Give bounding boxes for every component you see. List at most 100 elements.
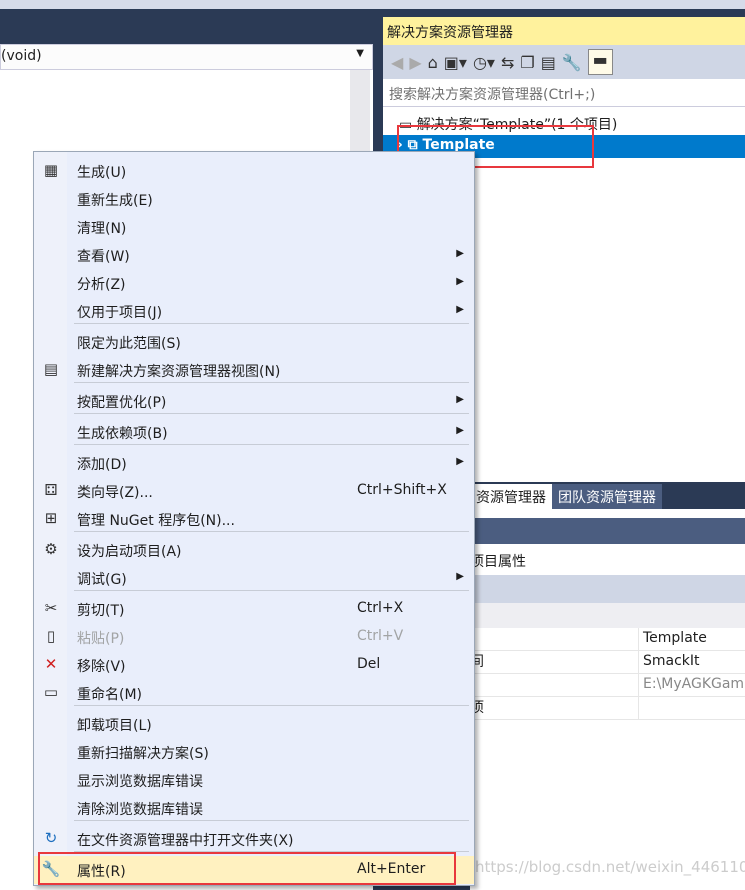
menu-item-label: 类向导(Z)... bbox=[77, 485, 153, 501]
submenu-arrow-icon: ▶ bbox=[456, 571, 464, 582]
solution-search-input[interactable]: 搜索解决方案资源管理器(Ctrl+;) bbox=[383, 80, 745, 107]
menu-item[interactable]: ↻ 在文件资源管理器中打开文件夹(X) bbox=[34, 825, 474, 853]
menu-separator bbox=[74, 444, 469, 445]
menu-item[interactable]: ✂ 剪切(T) Ctrl+X bbox=[34, 595, 474, 623]
menu-item[interactable]: ▭ 重命名(M) bbox=[34, 679, 474, 707]
submenu-arrow-icon: ▶ bbox=[456, 304, 464, 315]
menu-item[interactable]: 生成依赖项(B) ▶ bbox=[34, 418, 474, 446]
menu-item-label: 添加(D) bbox=[77, 457, 127, 473]
menu-item-label: 查看(W) bbox=[77, 249, 130, 265]
property-value: E:\MyAGKGam bbox=[638, 674, 745, 696]
scissors-icon: ✂ bbox=[44, 599, 58, 617]
menu-item-label: 显示浏览数据库错误 bbox=[77, 774, 203, 790]
pending-changes-icon[interactable]: ◷▾ bbox=[473, 53, 495, 72]
menu-item-label: 粘贴(P) bbox=[77, 631, 125, 647]
remove-icon: ✕ bbox=[44, 655, 58, 673]
member-combo[interactable]: (void) ▼ bbox=[0, 44, 373, 70]
menu-item-label: 清理(N) bbox=[77, 221, 127, 237]
gear-icon: ⚙ bbox=[44, 540, 58, 558]
menu-item[interactable]: 清理(N) bbox=[34, 213, 474, 241]
menu-item[interactable]: ⚃ 类向导(Z)... Ctrl+Shift+X bbox=[34, 477, 474, 505]
submenu-arrow-icon: ▶ bbox=[456, 394, 464, 405]
menu-item[interactable]: ✕ 移除(V) Del bbox=[34, 651, 474, 679]
combo-value: (void) bbox=[1, 48, 42, 64]
property-row[interactable]: Template bbox=[470, 628, 745, 651]
menu-item-label: 按配置优化(P) bbox=[77, 395, 167, 411]
menu-item-label: 管理 NuGet 程序包(N)... bbox=[77, 513, 235, 529]
submenu-arrow-icon: ▶ bbox=[456, 425, 464, 436]
menu-item[interactable]: 重新生成(E) bbox=[34, 185, 474, 213]
menu-separator bbox=[74, 323, 469, 324]
menu-item[interactable]: 显示浏览数据库错误 bbox=[34, 766, 474, 794]
solution-explorer-toolbar: ◀ ▶ ⌂ ▣▾ ◷▾ ⇆ ❐ ▤ 🔧 ▬ bbox=[383, 45, 745, 79]
tab-team-explorer[interactable]: 团队资源管理器 bbox=[552, 484, 662, 509]
menu-separator bbox=[74, 382, 469, 383]
menu-item-shortcut: Ctrl+Shift+X bbox=[357, 482, 447, 498]
open-folder-icon: ↻ bbox=[44, 829, 58, 847]
menu-item-shortcut: Ctrl+V bbox=[357, 628, 404, 644]
properties-title-bar bbox=[470, 518, 745, 544]
menu-item[interactable]: 调试(G) ▶ bbox=[34, 564, 474, 592]
menu-item[interactable]: 添加(D) ▶ bbox=[34, 449, 474, 477]
rename-icon: ▭ bbox=[43, 683, 59, 701]
menu-item[interactable]: 查看(W) ▶ bbox=[34, 241, 474, 269]
menu-separator bbox=[74, 413, 469, 414]
sync-icon[interactable]: ⇆ bbox=[501, 53, 514, 72]
build-icon: ▦ bbox=[43, 161, 59, 179]
forward-icon[interactable]: ▶ bbox=[409, 53, 421, 72]
properties-wrench-icon[interactable]: 🔧 bbox=[562, 53, 582, 72]
menu-item[interactable]: 分析(Z) ▶ bbox=[34, 269, 474, 297]
top-strip bbox=[0, 0, 745, 9]
context-menu: ▦ 生成(U) 重新生成(E) 清理(N) 查看(W) ▶ 分析(Z) ▶ 仅用于项目(J) ▶ 限… bbox=[33, 151, 475, 886]
menu-item[interactable]: 卸载项目(L) bbox=[34, 710, 474, 738]
property-row[interactable]: 项 bbox=[470, 697, 745, 720]
submenu-arrow-icon: ▶ bbox=[456, 276, 464, 287]
menu-item[interactable]: 按配置优化(P) ▶ bbox=[34, 387, 474, 415]
menu-item-label: 设为启动项目(A) bbox=[77, 544, 182, 560]
submenu-arrow-icon: ▶ bbox=[456, 456, 464, 467]
solution-explorer-title: 解决方案资源管理器 bbox=[383, 17, 745, 45]
switch-views-icon[interactable]: ▣▾ bbox=[444, 53, 467, 72]
menu-item-label: 新建解决方案资源管理器视图(N) bbox=[77, 364, 281, 380]
menu-item-shortcut: Ctrl+X bbox=[357, 600, 404, 616]
property-value: Template bbox=[638, 628, 745, 650]
home-icon[interactable]: ⌂ bbox=[428, 53, 438, 72]
menu-separator bbox=[74, 531, 469, 532]
menu-item-label: 重新生成(E) bbox=[77, 193, 153, 209]
menu-item[interactable]: 仅用于项目(J) ▶ bbox=[34, 297, 474, 325]
menu-item[interactable]: 清除浏览数据库错误 bbox=[34, 794, 474, 822]
menu-item[interactable]: 限定为此范围(S) bbox=[34, 328, 474, 356]
paste-icon: ▯ bbox=[46, 627, 56, 645]
menu-item-label: 卸载项目(L) bbox=[77, 718, 152, 734]
tab-solution-explorer[interactable]: 资源管理器 bbox=[470, 484, 552, 509]
menu-item[interactable]: 重新扫描解决方案(S) bbox=[34, 738, 474, 766]
menu-item-label: 分析(Z) bbox=[77, 277, 126, 293]
menu-item[interactable]: ▤ 新建解决方案资源管理器视图(N) bbox=[34, 356, 474, 384]
back-icon[interactable]: ◀ bbox=[391, 53, 403, 72]
menu-item-label: 在文件资源管理器中打开文件夹(X) bbox=[77, 833, 294, 849]
menu-item-label: 调试(G) bbox=[77, 572, 127, 588]
property-row[interactable]: 间 SmackIt bbox=[470, 651, 745, 674]
chevron-down-icon[interactable]: ▼ bbox=[356, 48, 364, 59]
menu-item[interactable]: ▦ 生成(U) bbox=[34, 157, 474, 185]
menu-item-label: 生成依赖项(B) bbox=[77, 426, 168, 442]
property-value: SmackIt bbox=[638, 651, 745, 673]
menu-item[interactable]: ⊞ 管理 NuGet 程序包(N)... bbox=[34, 505, 474, 533]
properties-header: 项目属性 bbox=[470, 554, 526, 570]
preview-toggle-icon[interactable]: ▬ bbox=[587, 49, 613, 75]
collapse-all-icon[interactable]: ❐ bbox=[520, 53, 534, 72]
submenu-arrow-icon: ▶ bbox=[456, 248, 464, 259]
menu-item-shortcut: Del bbox=[357, 656, 381, 672]
menu-item-label: 重命名(M) bbox=[77, 687, 143, 703]
menu-item-label: 剪切(T) bbox=[77, 603, 125, 619]
panel-tabs: 资源管理器 团队资源管理器 bbox=[470, 484, 662, 509]
properties-category bbox=[470, 603, 745, 628]
menu-item-label: 清除浏览数据库错误 bbox=[77, 802, 203, 818]
menu-item[interactable]: ▯ 粘贴(P) Ctrl+V bbox=[34, 623, 474, 651]
property-row[interactable]: E:\MyAGKGam bbox=[470, 674, 745, 697]
show-all-files-icon[interactable]: ▤ bbox=[541, 53, 556, 72]
watermark: https://blog.csdn.net/weixin_44611096 bbox=[475, 858, 745, 876]
menu-separator bbox=[74, 590, 469, 591]
properties-toolbar bbox=[470, 575, 745, 603]
menu-item[interactable]: ⚙ 设为启动项目(A) bbox=[34, 536, 474, 564]
